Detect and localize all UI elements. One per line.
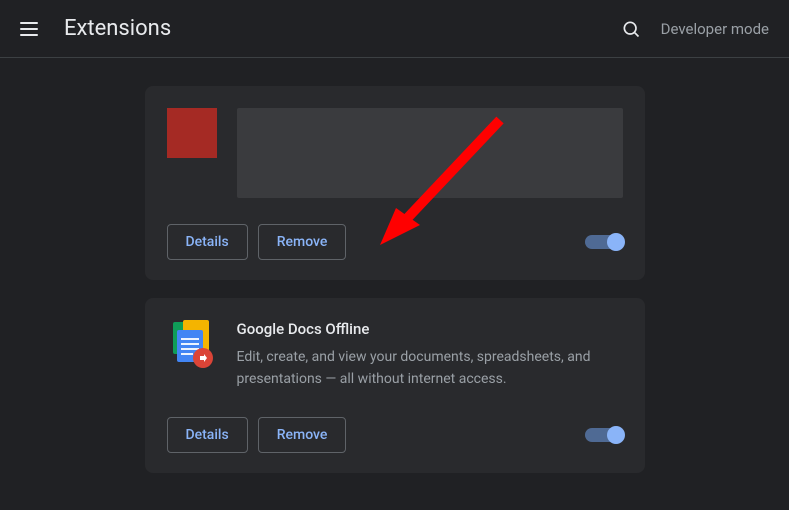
- extension-title: Google Docs Offline: [237, 320, 623, 338]
- enable-toggle[interactable]: [585, 234, 623, 250]
- details-button[interactable]: Details: [167, 417, 248, 453]
- offline-badge-icon: [193, 348, 213, 368]
- details-button[interactable]: Details: [167, 224, 248, 260]
- extension-card: Details Remove: [145, 86, 645, 280]
- extension-icon: [167, 320, 217, 370]
- card-top: [167, 108, 623, 198]
- remove-button[interactable]: Remove: [258, 224, 347, 260]
- extension-info: Google Docs Offline Edit, create, and vi…: [237, 320, 623, 391]
- header-bar: Extensions Developer mode: [0, 0, 789, 58]
- page-title: Extensions: [64, 16, 171, 41]
- extension-icon: [167, 108, 217, 158]
- card-top: Google Docs Offline Edit, create, and vi…: [167, 320, 623, 391]
- content: Details Remove: [0, 58, 789, 473]
- extension-card: Google Docs Offline Edit, create, and vi…: [145, 298, 645, 473]
- extension-description: Edit, create, and view your documents, s…: [237, 346, 623, 391]
- remove-button[interactable]: Remove: [258, 417, 347, 453]
- developer-mode-label[interactable]: Developer mode: [661, 20, 769, 38]
- extension-info: [237, 108, 623, 198]
- search-icon[interactable]: [621, 19, 641, 39]
- card-actions: Details Remove: [167, 224, 623, 260]
- header-right: Developer mode: [621, 19, 769, 39]
- menu-icon[interactable]: [20, 17, 44, 41]
- enable-toggle[interactable]: [585, 427, 623, 443]
- extension-placeholder: [237, 108, 623, 198]
- card-actions: Details Remove: [167, 417, 623, 453]
